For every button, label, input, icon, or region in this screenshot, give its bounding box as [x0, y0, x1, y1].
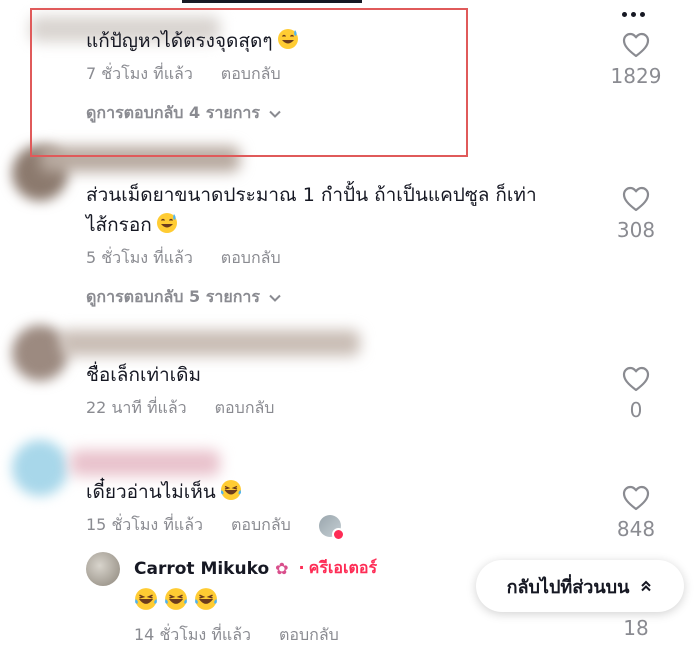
- reply-item: Carrot Mikuko ✿ · ครีเอเตอร์ 14 ชั่วโมง ท…: [134, 556, 377, 648]
- comment-text: ส่วนเม็ดยาขนาดประมาณ 1 กำปั้น ถ้าเป็นแคป…: [86, 180, 537, 240]
- heart-icon: [622, 32, 650, 58]
- like-button[interactable]: 1829: [606, 32, 666, 88]
- reply-button[interactable]: ตอบกลับ: [221, 246, 281, 271]
- back-to-top-button[interactable]: กลับไปที่ส่วนบน: [476, 560, 684, 612]
- view-replies-button[interactable]: ดูการตอบกลับ 5 รายการ: [86, 285, 537, 310]
- comment-item: ส่วนเม็ดยาขนาดประมาณ 1 กำปั้น ถ้าเป็นแคป…: [86, 180, 537, 310]
- creator-liked-avatar: [318, 514, 345, 541]
- reply-meta: 14 ชั่วโมง ที่แล้ว ตอบกลับ: [134, 623, 377, 648]
- like-button[interactable]: 848: [606, 485, 666, 541]
- like-button[interactable]: 308: [606, 186, 666, 242]
- comment-text: ชื่อเล็กเท่าเดิม: [86, 364, 201, 386]
- reply-author-name[interactable]: Carrot Mikuko: [134, 559, 269, 579]
- like-count: 0: [629, 398, 643, 422]
- comment-text: เดี๋ยวอ่านไม่เห็น: [86, 477, 341, 507]
- comment-text-line: ส่วนเม็ดยาขนาดประมาณ 1 กำปั้น ถ้าเป็นแคป…: [86, 184, 537, 206]
- tulip-icon: ✿: [275, 559, 289, 578]
- avatar[interactable]: [12, 440, 68, 496]
- heart-badge-icon: [331, 527, 345, 541]
- reply-author: Carrot Mikuko ✿ · ครีเอเตอร์: [134, 556, 377, 581]
- creator-badge: · ครีเอเตอร์: [298, 558, 378, 577]
- header-divider: [182, 0, 362, 3]
- heart-icon: [622, 186, 650, 212]
- reply-time: 14 ชั่วโมง ที่แล้ว: [134, 625, 251, 644]
- double-chevron-up-icon: [641, 580, 652, 592]
- like-count: 308: [616, 218, 656, 242]
- like-count: 18: [623, 616, 649, 640]
- comment-meta: 5 ชั่วโมง ที่แล้ว ตอบกลับ: [86, 246, 537, 271]
- comment-meta: 15 ชั่วโมง ที่แล้ว ตอบกลับ: [86, 513, 345, 541]
- reply-button[interactable]: ตอบกลับ: [215, 396, 275, 421]
- comment-time: 22 นาที ที่แล้ว: [86, 398, 187, 417]
- comment-item: ชื่อเล็กเท่าเดิม 22 นาที ที่แล้ว ตอบกลับ: [86, 360, 274, 421]
- like-button[interactable]: 0: [606, 366, 666, 422]
- comment-meta: 22 นาที ที่แล้ว ตอบกลับ: [86, 396, 274, 421]
- blurred-username: [60, 330, 360, 356]
- avatar[interactable]: [12, 325, 68, 381]
- laughing-tears-emoji-icon: [134, 587, 158, 611]
- chevron-down-icon: [269, 294, 281, 302]
- comment-time: 5 ชั่วโมง ที่แล้ว: [86, 248, 193, 267]
- laughing-tears-emoji-icon: [220, 479, 242, 501]
- view-replies-label: ดูการตอบกลับ 5 รายการ: [86, 287, 260, 306]
- heart-icon: [622, 485, 650, 511]
- laughing-tears-emoji-icon: [194, 587, 218, 611]
- comment-time: 15 ชั่วโมง ที่แล้ว: [86, 515, 203, 534]
- laughing-tears-emoji-icon: [164, 587, 188, 611]
- like-count: 848: [616, 517, 656, 541]
- avatar[interactable]: [86, 552, 120, 586]
- blurred-username: [70, 450, 220, 476]
- comment-text-line: ไส้กรอก: [86, 214, 152, 236]
- reply-text: [134, 587, 377, 611]
- sweat-smile-emoji-icon: [156, 212, 178, 234]
- reply-button[interactable]: ตอบกลับ: [279, 623, 339, 648]
- comment-item: เดี๋ยวอ่านไม่เห็น 15 ชั่วโมง ที่แล้ว ตอบ…: [86, 477, 345, 541]
- like-count: 1829: [610, 64, 662, 88]
- highlight-box: [30, 8, 468, 157]
- heart-icon: [622, 366, 650, 392]
- reply-button[interactable]: ตอบกลับ: [231, 513, 291, 538]
- back-to-top-label: กลับไปที่ส่วนบน: [506, 576, 630, 598]
- more-options-icon[interactable]: [617, 2, 649, 26]
